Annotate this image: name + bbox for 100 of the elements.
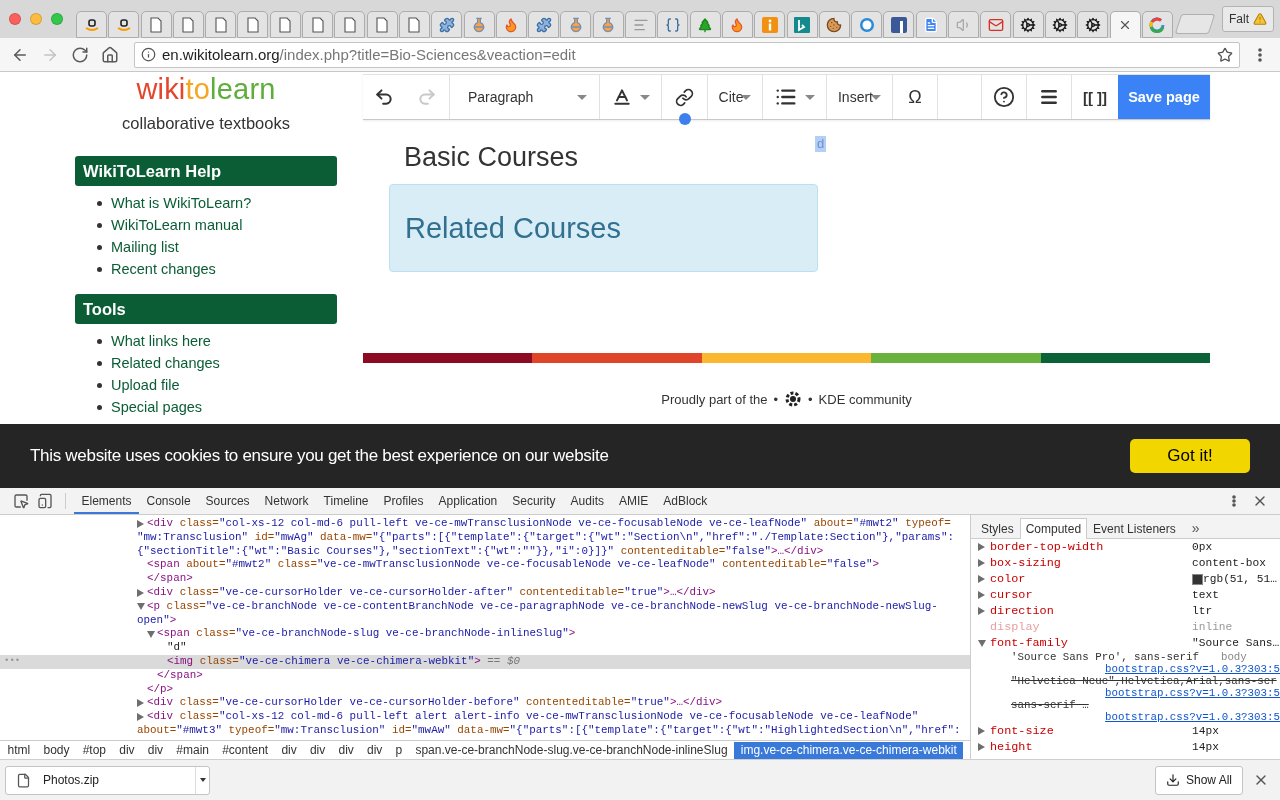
download-item[interactable]: Photos.zip <box>5 765 210 795</box>
property-name: color <box>990 572 1027 586</box>
property-value: rgb(51, 51… <box>1203 573 1277 585</box>
save-button[interactable]: Save page <box>1118 75 1210 119</box>
more-tabs-button[interactable]: » <box>1181 517 1210 538</box>
browser-tab[interactable] <box>1077 11 1109 38</box>
accept-button[interactable]: Got it! <box>1130 439 1250 473</box>
tree-icon <box>697 16 714 33</box>
selected-row[interactable]: ••• <img class="ve-ce-chimera ve-ce-chimera-webkit"> == $0 <box>0 654 970 669</box>
window-close-button[interactable] <box>9 13 21 25</box>
caret-right-icon[interactable] <box>137 699 144 708</box>
devtools-tab[interactable]: Sources <box>198 488 258 514</box>
devtools-tab[interactable]: Profiles <box>376 488 432 514</box>
devtools-tab[interactable]: Application <box>431 488 505 514</box>
gear-icon <box>1020 16 1037 33</box>
code-line: "d" <box>167 641 187 655</box>
source-link[interactable]: bootstrap.css?v=1.0.3?303:5 <box>1105 711 1280 723</box>
property-value: 0px <box>1192 541 1213 553</box>
breadcrumb[interactable]: body <box>36 741 77 759</box>
devtools-tab[interactable]: Audits <box>563 488 612 514</box>
caret-right-icon[interactable] <box>978 559 985 567</box>
panel-tab[interactable]: Computed <box>1019 518 1088 539</box>
puzzle-icon <box>535 16 552 33</box>
separator-dot: • <box>773 391 778 407</box>
breadcrumb[interactable]: p <box>388 741 409 759</box>
caret-right-icon[interactable] <box>137 519 144 528</box>
cite-dropdown[interactable]: Cite <box>710 77 760 117</box>
devtools-tab[interactable]: Elements <box>74 488 140 514</box>
star-icon[interactable] <box>1217 46 1233 63</box>
source-link[interactable]: bootstrap.css?v=1.0.3?303:5 <box>1105 687 1280 699</box>
logo[interactable]: wikitolearn <box>75 72 337 104</box>
code-line: <p class="ve-ce-branchNode ve-ce-contentBranchNode ve-ce-paragraphNode ve-ce-branchNode-newSlug ve-ce-branchNode-newSlug- <box>147 599 938 614</box>
caret-icon <box>639 94 650 100</box>
panel-tab[interactable]: Event Listeners <box>1087 518 1182 539</box>
sidebar-link[interactable]: Related changes <box>111 355 220 371</box>
bullet-icon <box>97 266 102 272</box>
sidebar-link[interactable]: WikiToLearn manual <box>111 217 243 233</box>
devtools-tab[interactable]: AdBlock <box>655 488 715 514</box>
source-edit-button[interactable]: [[ ]] <box>1074 77 1116 117</box>
close-icon[interactable] <box>1118 18 1132 32</box>
special-character-button[interactable]: Ω <box>898 77 932 117</box>
insert-dropdown[interactable]: Insert <box>830 77 889 117</box>
url-path: /index.php?title=Bio-Sciences&veaction=edit <box>279 46 576 63</box>
devtools-tab[interactable]: Security <box>504 488 564 514</box>
caret-right-icon[interactable] <box>978 727 985 735</box>
caret-down-icon[interactable] <box>147 630 155 638</box>
code-line: about="#mwt3" typeof="mw:Transclusion" id="mwAw" data-mw="{"parts":[{"template":{"target":{"wt":"HighlightedSection\n","href": <box>137 723 961 738</box>
code-line: <div class="ve-ce-cursorHolder ve-ce-cursorHolder-before" contenteditable="true">…</div> <box>147 696 723 711</box>
caret-right-icon[interactable] <box>137 588 144 597</box>
breadcrumb[interactable]: div <box>141 741 170 759</box>
sidebar-link[interactable]: Special pages <box>111 399 203 415</box>
sidebar-link[interactable]: Upload file <box>111 377 180 393</box>
format-dropdown[interactable]: Paragraph <box>450 77 599 117</box>
caret-down-icon[interactable] <box>978 639 986 647</box>
browser-tab[interactable] <box>76 11 107 38</box>
breadcrumb[interactable]: div <box>303 741 332 759</box>
source-link[interactable]: bootstrap.css?v=1.0.3?303:5 <box>1105 663 1280 675</box>
browser-tab[interactable] <box>1044 11 1076 38</box>
rule-selector: body <box>1220 651 1247 663</box>
caret-right-icon[interactable] <box>137 713 144 722</box>
breadcrumb[interactable]: img.ve-ce-chimera.ve-ce-chimera-webkit <box>734 741 964 759</box>
info-icon[interactable] <box>141 47 156 62</box>
devtools-tab[interactable]: Timeline <box>316 488 376 514</box>
browser-tab[interactable] <box>108 11 140 38</box>
document-icon <box>278 16 293 33</box>
bullet-icon <box>97 222 102 228</box>
breadcrumb[interactable]: #content <box>215 741 275 759</box>
devtools-tab[interactable]: Network <box>257 488 317 514</box>
breadcrumb[interactable]: #main <box>169 741 216 759</box>
caret-right-icon[interactable] <box>978 575 985 583</box>
devtools-tab[interactable]: AMIE <box>611 488 656 514</box>
sidebar-link[interactable]: Mailing list <box>111 239 179 255</box>
breadcrumb[interactable]: html <box>1 741 37 759</box>
sidebar-link[interactable]: What links here <box>111 333 211 349</box>
caret-down-icon[interactable] <box>137 603 145 611</box>
section-heading: WikiToLearn Help <box>75 156 337 186</box>
caret-right-icon[interactable] <box>978 607 985 615</box>
sidebar-link[interactable]: Recent changes <box>111 261 216 277</box>
breadcrumb[interactable]: span.ve-ce-branchNode-slug.ve-ce-branchNode-inlineSlug <box>408 741 735 759</box>
panel-tab[interactable]: Styles <box>975 518 1020 539</box>
breadcrumb[interactable]: div <box>331 741 361 759</box>
devtools-tab[interactable]: Console <box>139 488 199 514</box>
breadcrumb[interactable]: #top <box>76 741 113 759</box>
property-name: display <box>990 620 1041 634</box>
profile-button[interactable]: Falt <box>1222 6 1274 32</box>
breadcrumb[interactable]: div <box>360 741 389 759</box>
browser-tab[interactable] <box>1012 11 1044 38</box>
code-line: </p> <box>147 682 174 697</box>
row-marker: ••• <box>4 654 21 668</box>
caret-right-icon[interactable] <box>978 591 985 599</box>
sidebar-link[interactable]: What is WikiToLearn? <box>111 195 252 211</box>
color-swatch[interactable] <box>1192 573 1203 585</box>
breadcrumb[interactable]: div <box>112 741 142 759</box>
browser-tab[interactable] <box>883 11 915 38</box>
caret-right-icon[interactable] <box>978 543 985 551</box>
show-all-button[interactable]: Show All <box>1154 765 1243 795</box>
caret-right-icon[interactable] <box>978 743 985 751</box>
breadcrumb[interactable]: div <box>274 741 304 759</box>
code-line: "mw:Transclusion" id="mwAg" data-mw="{"parts":[{"template":{"target":{"wt":"Section\n","href":"./Template:Section"},"params": <box>137 530 954 545</box>
address-bar[interactable]: en.wikitolearn.org/index.php?title=Bio-Sciences&veaction=edit <box>134 41 1240 68</box>
